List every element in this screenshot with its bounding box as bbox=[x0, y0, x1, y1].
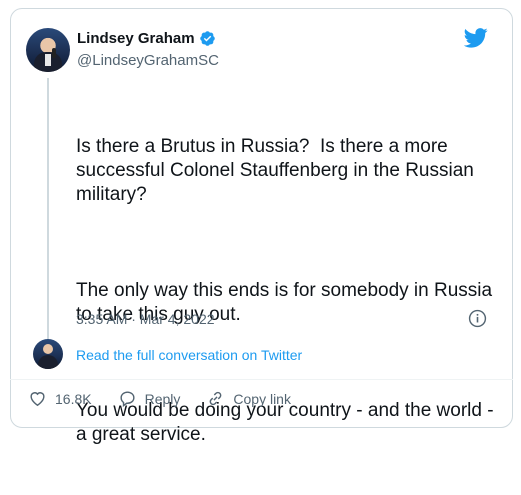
twitter-bird-icon[interactable] bbox=[464, 28, 488, 48]
tweet-timestamp[interactable]: 3:35 AM · Mar 4, 2022 bbox=[76, 311, 215, 327]
heart-icon bbox=[30, 392, 45, 407]
like-button[interactable]: 16.8K bbox=[28, 389, 92, 408]
author-name[interactable]: Lindsey Graham bbox=[77, 30, 195, 47]
link-icon bbox=[210, 391, 222, 406]
read-full-conversation-link[interactable]: Read the full conversation on Twitter bbox=[76, 347, 302, 363]
reply-label: Reply bbox=[144, 390, 181, 407]
info-icon[interactable] bbox=[468, 309, 487, 328]
verified-badge-icon bbox=[199, 31, 215, 46]
thread-avatar[interactable] bbox=[33, 339, 63, 369]
author-handle[interactable]: @LindseyGrahamSC bbox=[77, 52, 219, 69]
action-bar: 16.8K Reply Copy link bbox=[28, 389, 317, 408]
like-count: 16.8K bbox=[55, 390, 92, 407]
copy-link-button[interactable]: Copy link bbox=[206, 389, 291, 408]
copy-link-label: Copy link bbox=[233, 390, 291, 407]
reply-icon bbox=[120, 391, 135, 408]
author-row: Lindsey Graham bbox=[77, 30, 216, 47]
reply-button[interactable]: Reply bbox=[118, 389, 181, 408]
tweet-text: Is there a Brutus in Russia? Is there a … bbox=[76, 87, 506, 495]
divider bbox=[10, 379, 513, 380]
tweet-paragraph: Is there a Brutus in Russia? Is there a … bbox=[76, 136, 480, 205]
avatar[interactable] bbox=[26, 28, 70, 72]
thread-line bbox=[47, 78, 49, 340]
